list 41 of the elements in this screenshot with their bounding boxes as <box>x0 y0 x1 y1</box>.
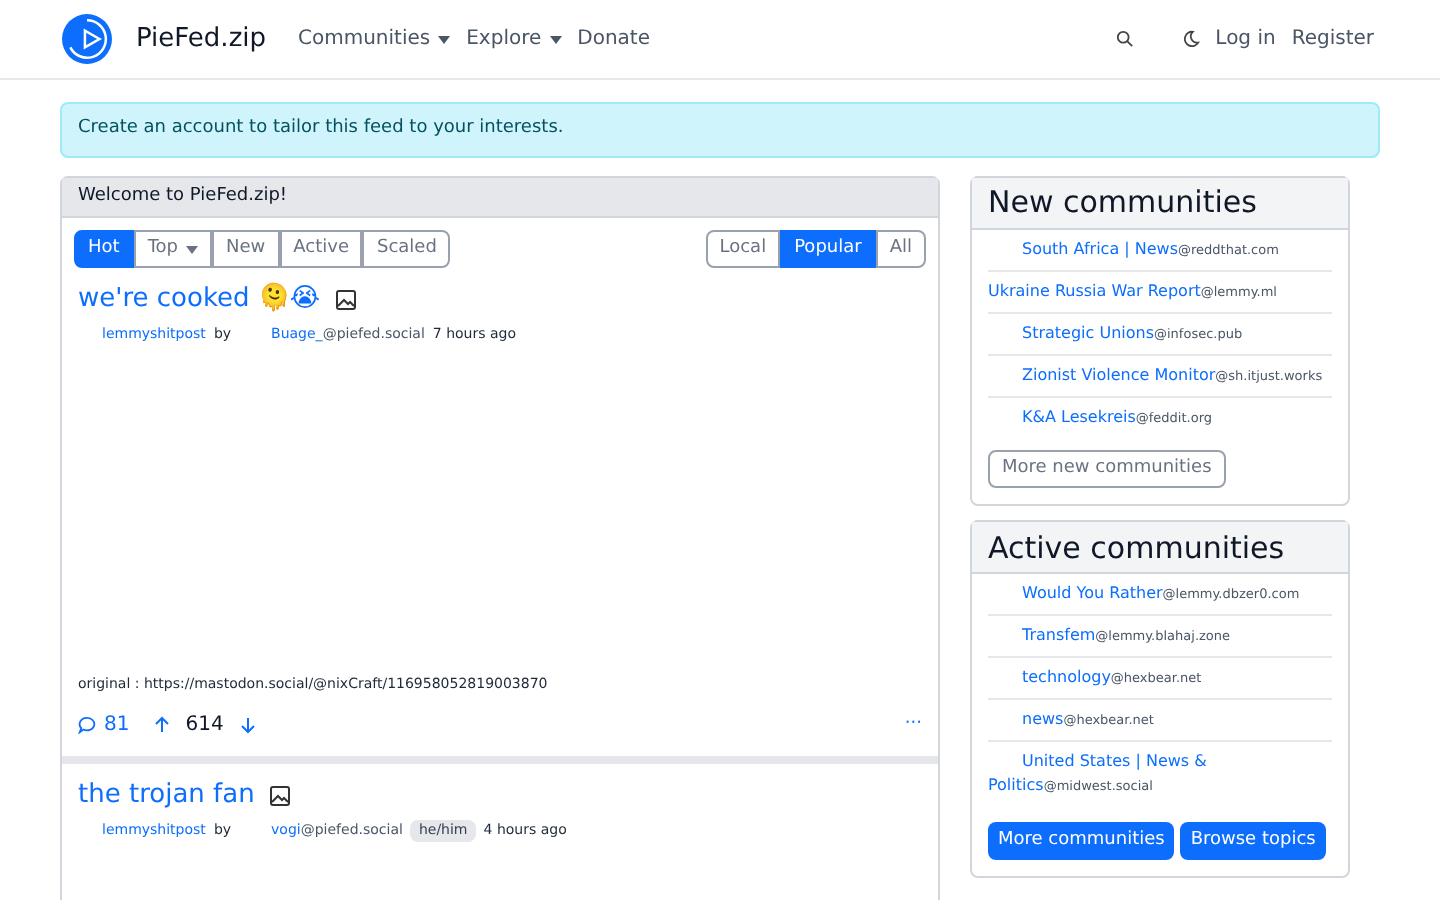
primary-button[interactable]: More communities <box>988 822 1175 861</box>
search-icon <box>1115 30 1134 48</box>
logo-icon <box>62 14 112 64</box>
arrow-down-icon <box>239 716 256 734</box>
nav-link[interactable]: Communities <box>298 24 451 54</box>
scope-tab[interactable]: Popular <box>780 230 876 268</box>
sort-tab[interactable]: Top <box>133 230 212 268</box>
comment-icon <box>78 716 96 734</box>
upvote-button[interactable] <box>153 716 170 734</box>
downvote-button[interactable] <box>239 716 256 734</box>
login-link[interactable]: Log in <box>1215 24 1276 54</box>
primary-button[interactable]: Browse topics <box>1180 822 1326 861</box>
arrow-up-icon <box>153 716 170 734</box>
caret-icon <box>186 245 198 253</box>
card-title: New communities <box>972 178 1348 230</box>
theme-button[interactable] <box>1181 30 1200 48</box>
nav-link[interactable]: Donate <box>577 24 650 54</box>
scope-tab[interactable]: Local <box>705 230 781 268</box>
brand-link[interactable]: PieFed.zip <box>136 19 266 59</box>
sort-tab[interactable]: Hot <box>74 230 134 268</box>
caret-icon <box>438 35 451 43</box>
comments-link[interactable]: 81 <box>78 710 130 740</box>
more-new-communities-button[interactable]: More new communities <box>988 450 1226 489</box>
register-link[interactable]: Register <box>1291 24 1374 54</box>
scope-tab[interactable]: All <box>875 230 926 268</box>
score-text: 614 <box>185 712 224 740</box>
post-title[interactable]: we're cooked 🫠😭 <box>78 284 321 316</box>
sort-tab[interactable]: New <box>212 230 280 268</box>
sort-tab[interactable]: Scaled <box>362 230 451 268</box>
card-title: Active communities <box>972 522 1348 575</box>
search-button[interactable] <box>1115 30 1134 48</box>
info-alert: Create an account to tailor this feed to your interests. <box>60 102 1380 158</box>
more-button[interactable]: ··· <box>904 711 922 739</box>
image-icon <box>336 290 357 310</box>
nav-link[interactable]: Explore <box>466 24 562 54</box>
post-title[interactable]: the trojan fan <box>78 780 255 812</box>
sort-tab[interactable]: Active <box>279 230 363 268</box>
image-icon <box>270 786 291 806</box>
moon-icon <box>1181 30 1200 48</box>
feed-header: Welcome to PieFed.zip! <box>62 178 938 218</box>
caret-icon <box>549 35 562 43</box>
